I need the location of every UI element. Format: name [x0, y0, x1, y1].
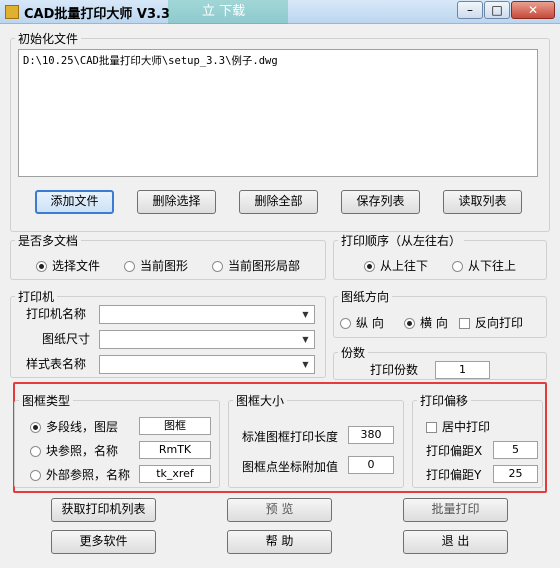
exit-button[interactable]: 退 出: [403, 530, 508, 554]
printer-name-label: 打印机名称: [26, 307, 87, 321]
radio-current-drawing-partial[interactable]: 当前图形局部: [212, 257, 300, 274]
radio-label: 块参照，名称: [46, 444, 119, 458]
radio-landscape[interactable]: 横 向: [404, 314, 448, 331]
offset-x-label: 打印偏距X: [426, 444, 483, 458]
batch-print-button[interactable]: 批量打印: [403, 498, 508, 522]
radio-dot-icon: [30, 470, 41, 481]
radio-label: 纵 向: [356, 316, 384, 330]
std-frame-length-input[interactable]: 380: [348, 426, 394, 444]
radio-block-ref-name[interactable]: 块参照，名称: [30, 442, 118, 459]
xref-name-input[interactable]: tk_xref: [139, 465, 211, 483]
radio-label: 从下往上: [468, 259, 517, 273]
offset-y-label: 打印偏距Y: [426, 468, 482, 482]
radio-dot-icon: [36, 261, 47, 272]
frame-type-legend: 图框类型: [22, 394, 71, 408]
frame-point-offset-label: 图框点坐标附加值: [242, 460, 339, 474]
title-bar: CAD批量打印大师 V3.3 立 下载 – □ ✕: [0, 0, 560, 24]
radio-top-to-bottom[interactable]: 从上往下: [364, 257, 428, 274]
offset-x-input[interactable]: 5: [493, 441, 538, 459]
close-button[interactable]: ✕: [511, 1, 555, 19]
load-list-button[interactable]: 读取列表: [443, 190, 522, 214]
style-table-label: 样式表名称: [26, 357, 87, 371]
radio-dot-icon: [30, 422, 41, 433]
frame-size-legend: 图框大小: [236, 394, 285, 408]
add-file-button[interactable]: 添加文件: [35, 190, 114, 214]
checkbox-icon: [426, 422, 437, 433]
init-file-legend: 初始化文件: [18, 32, 79, 46]
radio-label: 横 向: [420, 316, 448, 330]
printer-name-select[interactable]: ▼: [99, 305, 315, 324]
copies-label: 打印份数: [370, 363, 419, 377]
file-list[interactable]: D:\10.25\CAD批量打印大师\setup_3.3\例子.dwg: [18, 49, 538, 177]
orientation-legend: 图纸方向: [341, 290, 390, 304]
radio-dot-icon: [364, 261, 375, 272]
chevron-down-icon[interactable]: ▼: [298, 357, 313, 372]
center-print-checkbox[interactable]: 居中打印: [426, 418, 490, 435]
style-table-select[interactable]: ▼: [99, 355, 315, 374]
printer-legend: 打印机: [18, 290, 55, 304]
chevron-down-icon[interactable]: ▼: [298, 332, 313, 347]
radio-xref-name[interactable]: 外部参照，名称: [30, 466, 130, 483]
preview-button[interactable]: 预 览: [227, 498, 332, 522]
radio-bottom-to-top[interactable]: 从下往上: [452, 257, 516, 274]
radio-label: 当前图形局部: [228, 259, 301, 273]
radio-dot-icon: [340, 318, 351, 329]
maximize-button[interactable]: □: [484, 1, 510, 19]
multi-doc-legend: 是否多文档: [18, 234, 79, 248]
save-list-button[interactable]: 保存列表: [341, 190, 420, 214]
more-software-button[interactable]: 更多软件: [51, 530, 156, 554]
overlay-banner: 立 下载: [168, 0, 288, 24]
radio-dot-icon: [212, 261, 223, 272]
radio-select-files[interactable]: 选择文件: [36, 257, 100, 274]
radio-dot-icon: [404, 318, 415, 329]
checkbox-label: 反向打印: [475, 316, 524, 330]
minimize-button[interactable]: –: [457, 1, 483, 19]
radio-dot-icon: [124, 261, 135, 272]
remove-selected-button[interactable]: 删除选择: [137, 190, 216, 214]
radio-polyline-layer[interactable]: 多段线，图层: [30, 418, 118, 435]
window-title: CAD批量打印大师 V3.3: [24, 7, 171, 22]
radio-dot-icon: [30, 446, 41, 457]
offset-y-input[interactable]: 25: [493, 465, 538, 483]
checkbox-icon: [459, 318, 470, 329]
print-offset-legend: 打印偏移: [420, 394, 469, 408]
radio-label: 选择文件: [52, 259, 101, 273]
radio-label: 外部参照，名称: [46, 468, 131, 482]
paper-size-label: 图纸尺寸: [42, 332, 91, 346]
reverse-print-checkbox[interactable]: 反向打印: [459, 314, 523, 331]
remove-all-button[interactable]: 删除全部: [239, 190, 318, 214]
print-order-legend: 打印顺序（从左往右）: [341, 234, 462, 248]
radio-portrait[interactable]: 纵 向: [340, 314, 384, 331]
checkbox-label: 居中打印: [442, 420, 491, 434]
frame-point-offset-input[interactable]: 0: [348, 456, 394, 474]
radio-label: 当前图形: [140, 259, 189, 273]
copies-input[interactable]: 1: [435, 361, 490, 379]
app-logo-icon: [5, 5, 19, 19]
layer-name-input[interactable]: 图框: [139, 417, 211, 435]
radio-dot-icon: [452, 261, 463, 272]
block-name-input[interactable]: RmTK: [139, 441, 211, 459]
std-frame-length-label: 标准图框打印长度: [242, 430, 339, 444]
file-list-item[interactable]: D:\10.25\CAD批量打印大师\setup_3.3\例子.dwg: [23, 53, 533, 68]
radio-label: 多段线，图层: [46, 420, 119, 434]
chevron-down-icon[interactable]: ▼: [298, 307, 313, 322]
radio-label: 从上往下: [380, 259, 429, 273]
copies-legend: 份数: [341, 346, 366, 360]
paper-size-select[interactable]: ▼: [99, 330, 315, 349]
radio-current-drawing[interactable]: 当前图形: [124, 257, 188, 274]
get-printer-list-button[interactable]: 获取打印机列表: [51, 498, 156, 522]
help-button[interactable]: 帮 助: [227, 530, 332, 554]
